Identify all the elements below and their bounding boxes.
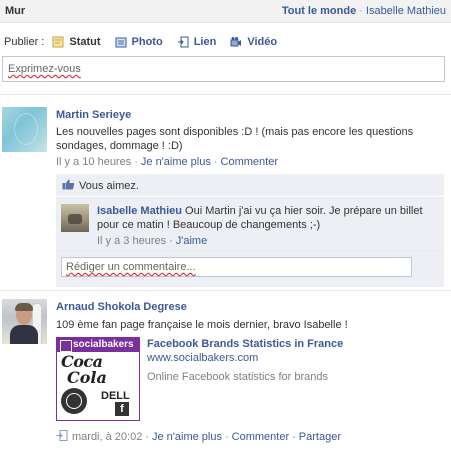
comment-input[interactable]: Rédiger un commentaire... [61, 257, 412, 277]
wall-title: Mur [5, 5, 26, 17]
socialbakers-icon [60, 340, 72, 352]
link-icon [177, 36, 189, 48]
publisher-status-tab[interactable]: Statut [52, 36, 101, 48]
comment-link[interactable]: Commenter [232, 431, 289, 443]
comment-link[interactable]: Commenter [221, 156, 278, 168]
comment-like-link[interactable]: J'aime [176, 235, 207, 247]
attachment-thumbnail[interactable]: socialbakers Coca Cola DELL f [56, 337, 140, 421]
comment-timestamp[interactable]: Il y a 3 heures [97, 235, 166, 247]
starbucks-logo [61, 388, 87, 414]
like-summary: Vous aimez. [56, 174, 444, 196]
publisher-status-label: Statut [69, 36, 101, 48]
attachment-url-link[interactable]: www.socialbakers.com [147, 352, 258, 364]
share-link[interactable]: Partager [299, 431, 341, 443]
post-meta: mardi, à 20:02 · Je n'aime plus · Commenter ·… [56, 430, 341, 444]
status-input[interactable]: Exprimez-vous [2, 56, 445, 82]
publisher-label: Publier : [4, 36, 45, 48]
thumbs-up-icon [62, 179, 75, 190]
post-timestamp[interactable]: Il y a 10 heures [56, 156, 131, 168]
feed-divider [0, 94, 451, 95]
comment-avatar[interactable] [61, 204, 89, 232]
publisher-photo-tab[interactable]: Photo [115, 36, 163, 48]
post-divider [0, 290, 451, 291]
attachment-title-link[interactable]: Facebook Brands Statistics in France [147, 338, 343, 350]
avatar[interactable] [2, 107, 47, 152]
filter-user-link[interactable]: Isabelle Mathieu [366, 5, 446, 17]
status-input-placeholder: Exprimez-vous [8, 63, 81, 75]
video-icon [230, 36, 242, 48]
unlike-link[interactable]: Je n'aime plus [141, 156, 211, 168]
comment-input-placeholder: Rédiger un commentaire... [66, 261, 196, 273]
comment-compose: Rédiger un commentaire... [56, 250, 444, 287]
photo-icon [115, 36, 127, 48]
comment-body: Isabelle Mathieu Oui Martin j'ai vu ça h… [97, 204, 437, 232]
filter-separator: · [359, 5, 363, 17]
link-icon [56, 430, 68, 444]
post-meta: Il y a 10 heures · Je n'aime plus · Commente… [56, 156, 279, 168]
filter-all-link[interactable]: Tout le monde [282, 5, 356, 17]
avatar[interactable] [2, 299, 47, 344]
socialbakers-logo: socialbakers [57, 338, 139, 352]
unlike-link[interactable]: Je n'aime plus [152, 431, 222, 443]
coca-cola-logo-part: Cola [67, 368, 107, 387]
comment-author-link[interactable]: Isabelle Mathieu [97, 205, 182, 217]
post-message: 109 ème fan page française le mois derni… [56, 319, 348, 331]
attachment-description: Online Facebook statistics for brands [147, 371, 328, 383]
publisher-bar: Publier : Statut Photo Lien Vidéo [4, 34, 291, 50]
dell-logo: DELL [101, 390, 130, 402]
facebook-icon: f [115, 402, 129, 416]
publisher-video-label: Vidéo [247, 36, 278, 48]
post-message: Les nouvelles pages sont disponibles :D … [56, 126, 414, 152]
status-icon [52, 36, 64, 48]
post-author-link[interactable]: Martin Serieye [56, 109, 131, 121]
comment-item: Isabelle Mathieu Oui Martin j'ai vu ça h… [56, 197, 444, 250]
wall-filter: Tout le monde · Isabelle Mathieu [282, 5, 446, 17]
post-timestamp[interactable]: mardi, à 20:02 [72, 431, 142, 443]
publisher-link-label: Lien [193, 36, 217, 48]
like-summary-text: Vous aimez. [79, 180, 139, 192]
comment-meta: Il y a 3 heures · J'aime [97, 235, 208, 247]
publisher-video-tab[interactable]: Vidéo [230, 36, 277, 48]
post-author-link[interactable]: Arnaud Shokola Degrese [56, 301, 187, 313]
wall-header: Mur Tout le monde · Isabelle Mathieu [0, 0, 451, 23]
publisher-link-tab[interactable]: Lien [177, 36, 217, 48]
publisher-photo-label: Photo [131, 36, 163, 48]
